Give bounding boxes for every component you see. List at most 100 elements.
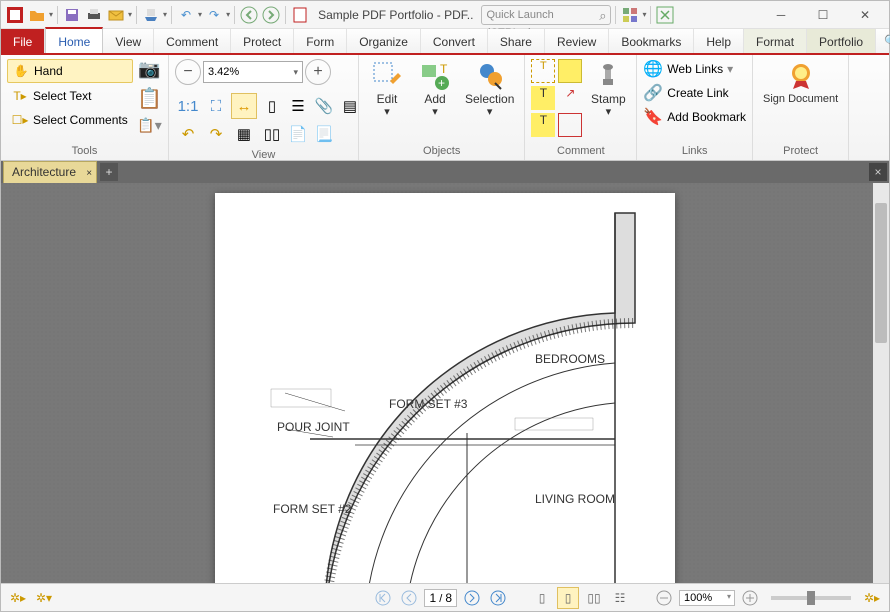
- rotate-right-icon[interactable]: ↷: [203, 121, 229, 147]
- layout-facing-icon[interactable]: ▯▯: [583, 587, 605, 609]
- single-page-icon[interactable]: ▯: [259, 93, 285, 119]
- selection-button[interactable]: Selection▾: [461, 59, 518, 120]
- zoom-out-button[interactable]: −: [175, 59, 201, 85]
- ribbon-group-protect: Sign Document Protect: [753, 55, 849, 160]
- zoom-display[interactable]: 100%: [679, 590, 735, 606]
- vertical-scrollbar[interactable]: [873, 183, 889, 583]
- clipboard-icon[interactable]: 📋: [137, 86, 162, 111]
- status-options-icon[interactable]: ✲▸: [861, 587, 883, 609]
- scan-icon[interactable]: [141, 5, 161, 25]
- ribbon-group-comment: T T ↗ T Stamp▾ Comment: [525, 55, 637, 160]
- tab-bookmarks[interactable]: Bookmarks: [609, 29, 694, 53]
- hand-icon: ✋: [12, 62, 30, 80]
- save-icon[interactable]: [62, 5, 82, 25]
- minimize-button[interactable]: ─: [761, 2, 801, 28]
- tab-portfolio[interactable]: Portfolio: [807, 29, 876, 53]
- email-icon[interactable]: [106, 5, 126, 25]
- edit-button[interactable]: Edit▾: [365, 59, 409, 120]
- open-icon[interactable]: [27, 5, 47, 25]
- stamp-button[interactable]: Stamp▾: [586, 59, 630, 120]
- prev-page-button[interactable]: [398, 587, 420, 609]
- select-comments-tool[interactable]: ☐▸ Select Comments: [7, 109, 133, 131]
- tab-home[interactable]: Home: [45, 27, 103, 53]
- actual-size-icon[interactable]: 1:1: [175, 93, 201, 119]
- text-box-icon[interactable]: T: [531, 113, 555, 137]
- maximize-button[interactable]: ☐: [803, 2, 843, 28]
- view-grid-icon[interactable]: ▦: [231, 121, 257, 147]
- select-comments-icon: ☐▸: [11, 111, 29, 129]
- tab-review[interactable]: Review: [545, 29, 609, 53]
- zoom-in-button[interactable]: +: [305, 59, 331, 85]
- ribbon-group-links: 🌐 Web Links ▾ 🔗 Create Link 🔖 Add Bookma…: [637, 55, 753, 160]
- zoom-slider[interactable]: [771, 596, 851, 600]
- clipboard-menu-icon[interactable]: 📋▾: [137, 117, 161, 134]
- new-tab-button[interactable]: +: [100, 163, 118, 181]
- create-link-button[interactable]: 🔗 Create Link: [643, 83, 746, 103]
- highlight-icon[interactable]: T: [531, 86, 555, 110]
- page-indicator[interactable]: 1 / 8: [424, 589, 457, 607]
- options-left-icon[interactable]: ✲▸: [7, 587, 29, 609]
- ribbon: ✋ Hand T▸ Select Text ☐▸ Select Comments…: [1, 55, 889, 161]
- continuous-icon[interactable]: ☰: [285, 93, 311, 119]
- scrollbar-thumb[interactable]: [875, 203, 887, 343]
- first-page-button[interactable]: [372, 587, 394, 609]
- web-links-button[interactable]: 🌐 Web Links ▾: [643, 59, 746, 79]
- tab-file[interactable]: File: [1, 29, 45, 53]
- zoom-out-status[interactable]: [653, 587, 675, 609]
- tab-protect[interactable]: Protect: [231, 29, 294, 53]
- sign-document-button[interactable]: Sign Document: [759, 59, 842, 107]
- tab-form[interactable]: Form: [294, 29, 347, 53]
- document-viewport[interactable]: BEDROOMS LIVING ROOM POUR JOINT FORM SET…: [1, 183, 889, 583]
- zoom-input[interactable]: 3.42%: [203, 61, 303, 83]
- sticky-note-icon[interactable]: [558, 59, 582, 83]
- options-icon[interactable]: [620, 5, 640, 25]
- rect-tool-icon[interactable]: [558, 113, 582, 137]
- app-icon[interactable]: [5, 5, 25, 25]
- layout-continuous-icon[interactable]: ▯: [557, 587, 579, 609]
- find-icon[interactable]: 🔍: [884, 34, 890, 48]
- typewriter-icon[interactable]: T: [531, 59, 555, 83]
- undo-icon[interactable]: ↶: [176, 5, 196, 25]
- select-text-tool[interactable]: T▸ Select Text: [7, 85, 133, 107]
- close-button[interactable]: ✕: [845, 2, 885, 28]
- zoom-slider-knob[interactable]: [807, 591, 815, 605]
- attachment-icon[interactable]: 📎: [311, 93, 337, 119]
- view-options-icon[interactable]: 📃: [311, 121, 337, 147]
- page-setup-icon[interactable]: 📄: [285, 121, 311, 147]
- tab-comment[interactable]: Comment: [154, 29, 231, 53]
- layout-single-icon[interactable]: ▯: [531, 587, 553, 609]
- ribbon-group-tools: ✋ Hand T▸ Select Text ☐▸ Select Comments…: [1, 55, 169, 160]
- print-icon[interactable]: [84, 5, 104, 25]
- ui-options-icon[interactable]: [655, 5, 675, 25]
- snapshot-icon[interactable]: 📷: [138, 59, 160, 80]
- tab-organize[interactable]: Organize: [347, 29, 421, 53]
- next-page-button[interactable]: [461, 587, 483, 609]
- tab-convert[interactable]: Convert: [421, 29, 488, 53]
- quick-launch-search[interactable]: Quick Launch (CTRL+.): [481, 5, 611, 25]
- tab-share[interactable]: Share: [488, 29, 545, 53]
- redo-icon[interactable]: ↷: [204, 5, 224, 25]
- fit-page-icon[interactable]: ⛶: [203, 93, 229, 119]
- two-page-icon[interactable]: ▯▯: [259, 121, 285, 147]
- last-page-button[interactable]: [487, 587, 509, 609]
- tab-view[interactable]: View: [103, 29, 154, 53]
- selection-icon: [475, 61, 505, 91]
- arrow-tool-icon[interactable]: ↗: [558, 86, 582, 110]
- layout-facing-cont-icon[interactable]: ☷: [609, 587, 631, 609]
- document-tabs: Architecture × + ×: [1, 161, 889, 183]
- add-bookmark-button[interactable]: 🔖 Add Bookmark: [643, 107, 746, 127]
- close-all-tabs-button[interactable]: ×: [869, 163, 887, 181]
- hand-tool[interactable]: ✋ Hand: [7, 59, 133, 83]
- nav-back-icon[interactable]: [239, 5, 259, 25]
- options-left2-icon[interactable]: ✲▾: [33, 587, 55, 609]
- zoom-in-status[interactable]: [739, 587, 761, 609]
- add-button[interactable]: T+ Add▾: [413, 59, 457, 120]
- close-tab-icon[interactable]: ×: [86, 164, 92, 184]
- tab-format[interactable]: Format: [744, 29, 807, 53]
- tab-help[interactable]: Help: [694, 29, 744, 53]
- fit-width-icon[interactable]: ↔: [231, 93, 257, 119]
- rotate-left-icon[interactable]: ↶: [175, 121, 201, 147]
- nav-forward-icon[interactable]: [261, 5, 281, 25]
- select-text-icon: T▸: [11, 87, 29, 105]
- document-tab[interactable]: Architecture ×: [3, 161, 97, 183]
